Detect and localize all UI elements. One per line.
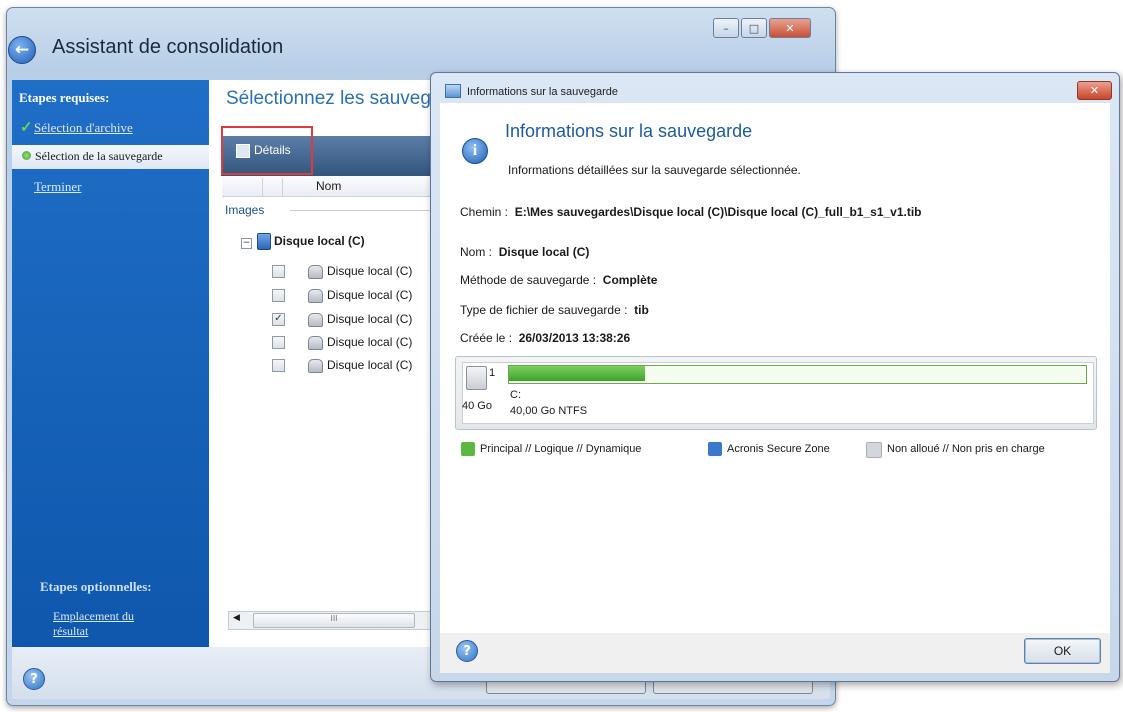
name-value: Disque local (C) [498,245,590,259]
sidebar-step-backup-selection[interactable]: Sélection de la sauvegarde [35,149,163,164]
partition-name: C: [510,389,521,401]
dialog-title-icon [445,84,461,98]
legend-swatch-secure-zone [708,442,722,456]
backup-checkbox[interactable] [272,265,285,278]
maximize-icon: □ [748,21,760,35]
filetype-row: Type de fichier de sauvegarde : tib [460,303,649,317]
name-label: Nom : [460,245,493,259]
tree-item-label[interactable]: Disque local (C) [327,312,412,326]
sidebar-step-finish[interactable]: Terminer [34,179,81,195]
minimize-icon: – [723,21,729,35]
sidebar-step-result-location-line1[interactable]: Emplacement du [53,609,134,624]
close-icon: ✕ [1089,84,1100,97]
disk-number: 1 [489,367,496,379]
partition-info: 40,00 Go NTFS [510,405,588,417]
column-separator[interactable] [262,178,263,196]
path-label: Chemin : [460,205,509,219]
required-steps-heading: Etapes requises: [19,90,110,105]
tree-item-label[interactable]: Disque local (C) [327,264,412,278]
tree-root-label[interactable]: Disque local (C) [274,234,365,248]
disk-size: 40 Go [462,400,492,412]
backup-disk-icon [308,336,323,350]
close-button[interactable]: ✕ [769,18,811,38]
path-row: Chemin : E:\Mes sauvegardes\Disque local… [460,205,922,219]
scroll-left-icon[interactable]: ◀ [233,613,240,623]
checkmark-icon: ✓ [20,120,33,136]
dialog-description: Informations détaillées sur la sauvegard… [508,163,801,177]
close-icon: ✕ [785,21,795,35]
local-disk-icon [257,233,271,250]
help-icon[interactable]: ? [456,640,478,662]
backup-checkbox[interactable] [272,336,285,349]
window-title: Assistant de consolidation [52,36,284,58]
filetype-value: tib [634,303,649,317]
collapse-icon[interactable]: − [241,238,252,249]
tree-item-label[interactable]: Disque local (C) [327,335,412,349]
tree-item-label[interactable]: Disque local (C) [327,358,412,372]
back-button[interactable]: ← [8,36,36,64]
ok-button[interactable]: OK [1024,638,1101,664]
details-button[interactable] [221,126,313,175]
maximize-button[interactable]: □ [741,18,767,38]
dialog-window-title: Informations sur la sauvegarde [467,86,619,98]
backup-checkbox[interactable]: ✓ [272,313,285,326]
method-row: Méthode de sauvegarde : Complète [460,273,657,287]
legend-primary-label: Principal // Logique // Dynamique [480,443,642,455]
partition-used-fill [509,366,645,381]
help-icon[interactable]: ? [23,668,45,690]
scroll-thumb[interactable]: III [253,613,415,628]
filetype-label: Type de fichier de sauvegarde : [460,303,628,317]
optional-steps-heading: Etapes optionnelles: [40,579,152,594]
sidebar-step-result-location-line2[interactable]: résultat [53,624,88,639]
backup-disk-icon [308,265,323,279]
images-group-label: Images [225,203,265,217]
back-arrow-icon: ← [14,40,30,60]
legend-unallocated-label: Non alloué // Non pris en charge [887,443,1045,455]
dialog-heading: Informations sur la sauvegarde [505,121,753,141]
dialog-close-button[interactable]: ✕ [1077,81,1112,100]
column-separator[interactable] [282,178,283,196]
dialog-footer [440,633,1110,673]
method-label: Méthode de sauvegarde : [460,273,597,287]
created-value: 26/03/2013 13:38:26 [518,331,631,345]
legend-swatch-primary [461,442,475,456]
name-row: Nom : Disque local (C) [460,245,589,259]
legend-swatch-unallocated [866,442,882,458]
page-subtitle: Sélectionnez les sauveg [226,88,431,109]
column-name[interactable]: Nom [316,179,341,193]
tree-item-label[interactable]: Disque local (C) [327,288,412,302]
sidebar-step-archive[interactable]: Sélection d'archive [34,120,133,136]
backup-checkbox[interactable] [272,289,285,302]
minimize-button[interactable]: – [713,18,739,38]
hard-disk-icon [466,366,487,390]
legend-secure-zone-label: Acronis Secure Zone [727,443,830,455]
created-label: Créée le : [460,331,513,345]
current-step-icon [22,151,31,160]
info-icon: i [462,138,488,164]
group-divider [290,210,436,211]
method-value: Complète [602,273,658,287]
backup-disk-icon [308,289,323,303]
horizontal-scrollbar[interactable]: ◀ III [228,611,436,630]
backup-disk-icon [308,313,323,327]
created-row: Créée le : 26/03/2013 13:38:26 [460,331,630,345]
backup-disk-icon [308,359,323,373]
backup-checkbox[interactable] [272,359,285,372]
path-value: E:\Mes sauvegardes\Disque local (C)\Disq… [514,205,922,219]
